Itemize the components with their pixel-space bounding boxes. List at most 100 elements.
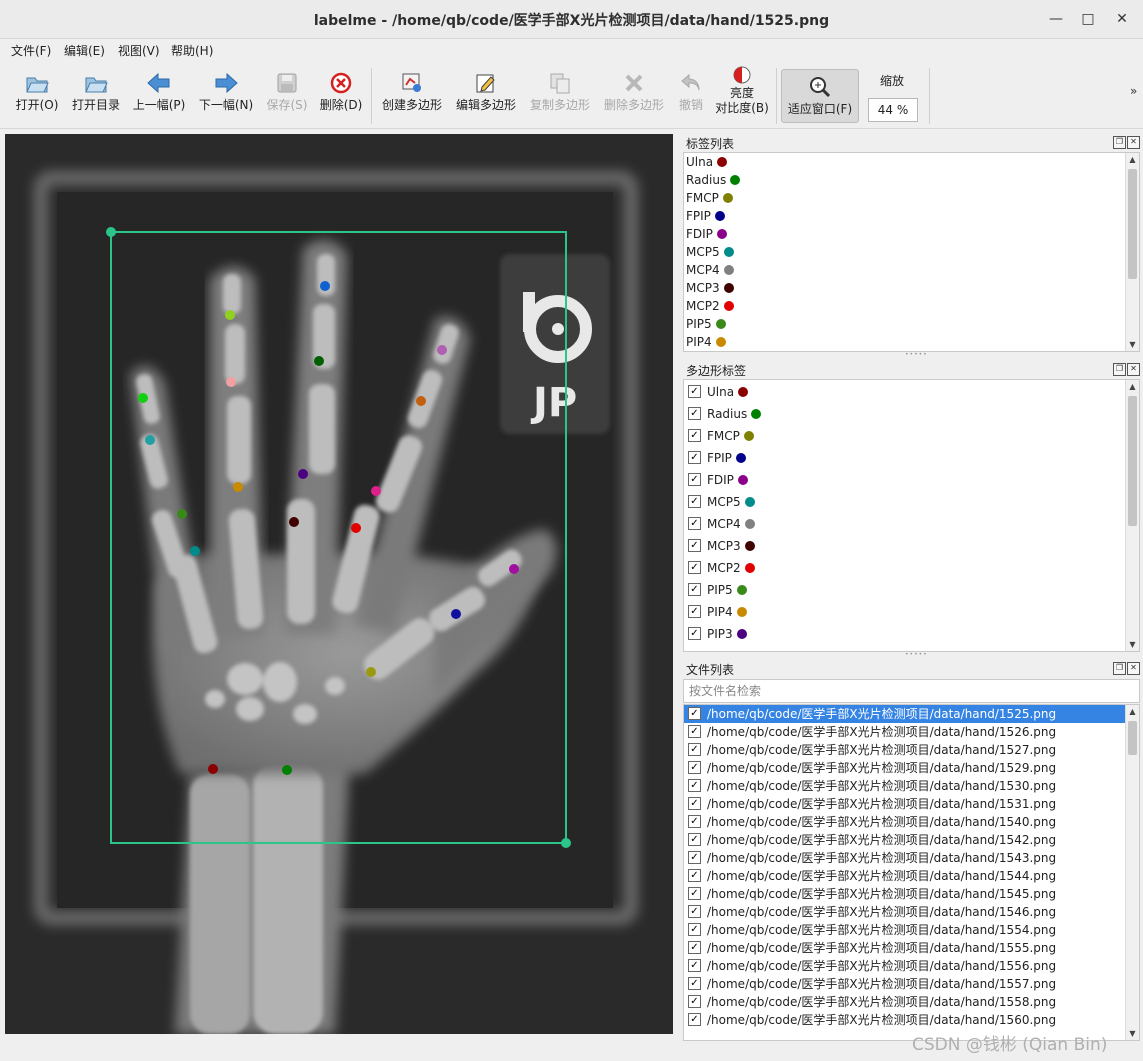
keypoint-radius[interactable] [282,765,292,775]
file-list-item[interactable]: ✓ /home/qb/code/医学手部X光片检测项目/data/hand/152… [684,741,1129,759]
label-list-item[interactable]: PIP5 [686,315,726,333]
polygon-label-item[interactable]: ✓ MCP2 [688,559,755,577]
file-list-item[interactable]: ✓ /home/qb/code/医学手部X光片检测项目/data/hand/154… [684,831,1129,849]
visibility-checkbox[interactable]: ✓ [688,429,701,442]
scroll-up-icon[interactable]: ▲ [1126,705,1139,718]
file-checkbox[interactable]: ✓ [688,995,701,1008]
file-search-input[interactable] [687,680,1131,702]
label-list-item[interactable]: MCP5 [686,243,734,261]
label-list-item[interactable]: FDIP [686,225,727,243]
float-icon[interactable]: ❐ [1113,136,1126,149]
copy-polygon-button[interactable]: 复制多边形 [527,66,593,124]
bbox-corner-handle[interactable] [106,227,116,237]
open-button[interactable]: 打开(O) [12,66,62,124]
file-list-item[interactable]: ✓ /home/qb/code/医学手部X光片检测项目/data/hand/154… [684,849,1129,867]
visibility-checkbox[interactable]: ✓ [688,451,701,464]
file-checkbox[interactable]: ✓ [688,905,701,918]
scroll-down-icon[interactable]: ▼ [1126,638,1139,651]
file-list-item[interactable]: ✓ /home/qb/code/医学手部X光片检测项目/data/hand/152… [684,759,1129,777]
visibility-checkbox[interactable]: ✓ [688,385,701,398]
label-list-item[interactable]: Ulna [686,153,728,171]
label-list-item[interactable]: MCP3 [686,279,734,297]
visibility-checkbox[interactable]: ✓ [688,473,701,486]
file-checkbox[interactable]: ✓ [688,797,701,810]
visibility-checkbox[interactable]: ✓ [688,583,701,596]
label-list-item[interactable]: FPIP [686,207,725,225]
brightness-contrast-button[interactable]: 亮度 对比度(B) [713,64,771,122]
file-list-item[interactable]: ✓ /home/qb/code/医学手部X光片检测项目/data/hand/152… [684,723,1129,741]
delete-button[interactable]: 删除(D) [318,66,364,124]
file-list-item[interactable]: ✓ /home/qb/code/医学手部X光片检测项目/data/hand/154… [684,867,1129,885]
keypoint-ulna[interactable] [208,764,218,774]
visibility-checkbox[interactable]: ✓ [688,517,701,530]
polygon-label-item[interactable]: ✓ MCP3 [688,537,755,555]
file-checkbox[interactable]: ✓ [688,851,701,864]
file-checkbox[interactable]: ✓ [688,869,701,882]
polygon-label-item[interactable]: ✓ PIP4 [688,603,747,621]
keypoint[interactable] [226,377,236,387]
file-list-item[interactable]: ✓ /home/qb/code/医学手部X光片检测项目/data/hand/156… [684,1011,1129,1029]
polygon-label-item[interactable]: ✓ PIP3 [688,625,747,643]
keypoint-pip2[interactable] [371,486,381,496]
file-list-item[interactable]: ✓ /home/qb/code/医学手部X光片检测项目/data/hand/153… [684,795,1129,813]
keypoint[interactable] [320,281,330,291]
file-checkbox[interactable]: ✓ [688,743,701,756]
file-checkbox[interactable]: ✓ [688,1013,701,1026]
label-list-item[interactable]: PIP4 [686,333,726,351]
file-checkbox[interactable]: ✓ [688,887,701,900]
open-dir-button[interactable]: 打开目录 [68,66,124,124]
keypoint[interactable] [416,396,426,406]
file-list-item[interactable]: ✓ /home/qb/code/医学手部X光片检测项目/data/hand/154… [684,813,1129,831]
file-list-item-selected[interactable]: ✓ /home/qb/code/医学手部X光片检测项目/data/hand/152… [684,705,1129,723]
close-icon[interactable]: ✕ [1127,662,1140,675]
keypoint-pip4[interactable] [233,482,243,492]
scrollbar[interactable]: ▲ ▼ [1125,153,1139,351]
prev-image-button[interactable]: 上一幅(P) [131,66,187,124]
scrollbar[interactable]: ▲ ▼ [1125,705,1139,1040]
polygon-label-item[interactable]: ✓ PIP5 [688,581,747,599]
file-list-item[interactable]: ✓ /home/qb/code/医学手部X光片检测项目/data/hand/154… [684,885,1129,903]
undo-button[interactable]: 撤销 [674,66,708,124]
file-list-item[interactable]: ✓ /home/qb/code/医学手部X光片检测项目/data/hand/153… [684,777,1129,795]
menu-view[interactable]: 视图(V) [118,42,160,59]
scroll-thumb[interactable] [1128,169,1137,279]
save-button[interactable]: 保存(S) [264,66,310,124]
polygon-label-item[interactable]: ✓ Radius [688,405,762,423]
float-icon[interactable]: ❐ [1113,363,1126,376]
splitter-handle[interactable]: ••••• [905,651,928,658]
scroll-up-icon[interactable]: ▲ [1126,380,1139,393]
visibility-checkbox[interactable]: ✓ [688,539,701,552]
file-checkbox[interactable]: ✓ [688,923,701,936]
file-list-item[interactable]: ✓ /home/qb/code/医学手部X光片检测项目/data/hand/155… [684,957,1129,975]
file-list-item[interactable]: ✓ /home/qb/code/医学手部X光片检测项目/data/hand/154… [684,903,1129,921]
keypoint-mcp5[interactable] [190,546,200,556]
scroll-thumb[interactable] [1128,396,1137,526]
file-list-item[interactable]: ✓ /home/qb/code/医学手部X光片检测项目/data/hand/155… [684,921,1129,939]
file-checkbox[interactable]: ✓ [688,815,701,828]
polygon-label-item[interactable]: ✓ FMCP [688,427,754,445]
scroll-down-icon[interactable]: ▼ [1126,1027,1139,1040]
keypoint[interactable] [225,310,235,320]
file-list-item[interactable]: ✓ /home/qb/code/医学手部X光片检测项目/data/hand/155… [684,993,1129,1011]
label-list-item[interactable]: Radius [686,171,741,189]
visibility-checkbox[interactable]: ✓ [688,561,701,574]
keypoint[interactable] [314,356,324,366]
delete-polygon-button[interactable]: 删除多边形 [601,66,667,124]
splitter-handle[interactable]: ••••• [905,351,928,358]
close-window-button[interactable]: ✕ [1111,9,1133,29]
menu-file[interactable]: 文件(F) [11,42,51,59]
fit-window-button[interactable]: 适应窗口(F) [781,69,859,123]
toolbar-overflow-button[interactable]: » [1130,84,1137,98]
image-canvas[interactable]: JP [5,134,673,1034]
menu-help[interactable]: 帮助(H) [171,42,213,59]
label-list-item[interactable]: MCP2 [686,297,734,315]
bbox-corner-handle[interactable] [561,838,571,848]
scroll-down-icon[interactable]: ▼ [1126,338,1139,351]
file-checkbox[interactable]: ✓ [688,725,701,738]
visibility-checkbox[interactable]: ✓ [688,605,701,618]
file-checkbox[interactable]: ✓ [688,707,701,720]
visibility-checkbox[interactable]: ✓ [688,407,701,420]
polygon-label-item[interactable]: ✓ MCP5 [688,493,755,511]
keypoint-fpip[interactable] [451,609,461,619]
edit-polygon-button[interactable]: 编辑多边形 [453,66,519,124]
